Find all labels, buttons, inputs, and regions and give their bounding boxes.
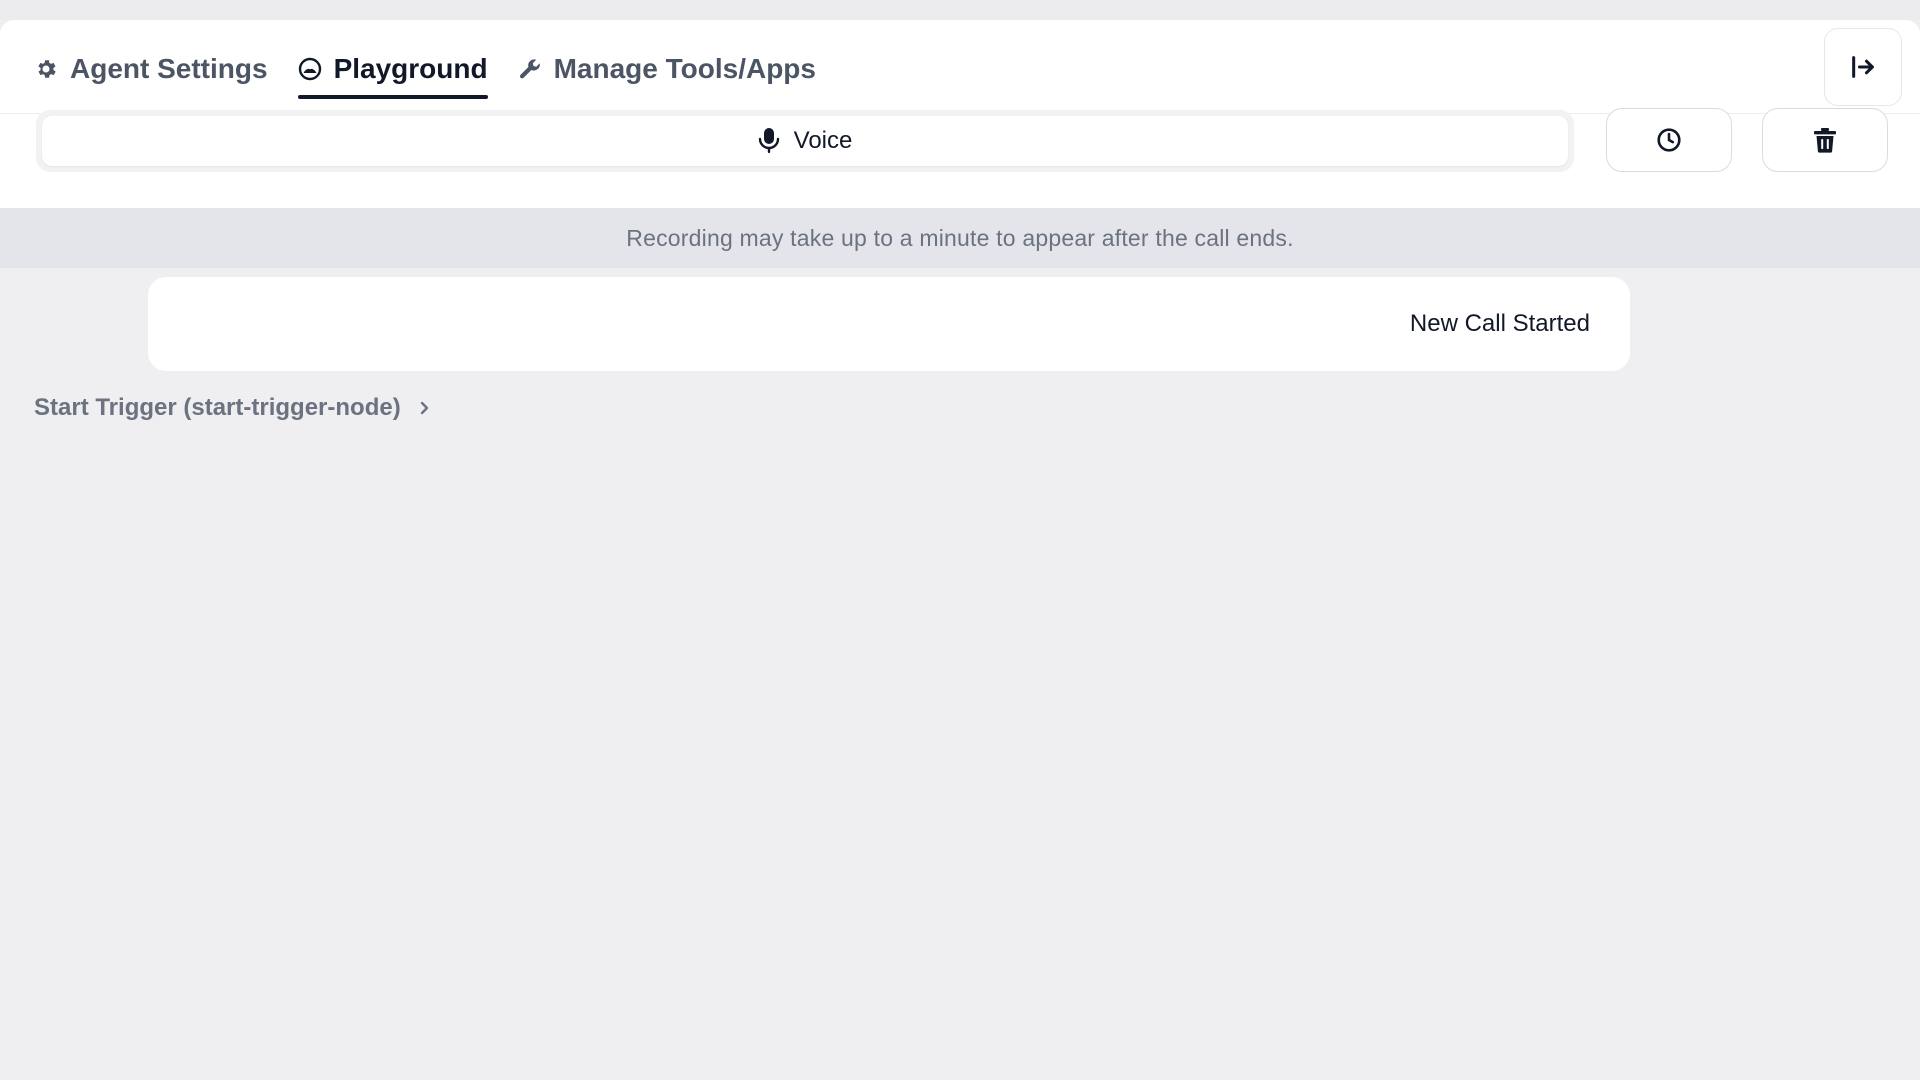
tab-manage-tools[interactable]: Manage Tools/Apps (518, 20, 816, 113)
voice-mode-button[interactable]: Voice (42, 116, 1568, 166)
tab-agent-settings-label: Agent Settings (70, 52, 268, 84)
playground-icon (298, 57, 321, 80)
tab-playground[interactable]: Playground (297, 20, 488, 113)
call-event-card: New Call Started (148, 277, 1630, 371)
history-button[interactable] (1606, 108, 1732, 172)
tab-manage-tools-label: Manage Tools/Apps (553, 52, 816, 84)
delete-button[interactable] (1762, 108, 1888, 172)
window-top-strip (0, 0, 1920, 20)
wrench-icon (519, 58, 540, 78)
tab-playground-label: Playground (333, 52, 488, 84)
trash-icon (1814, 128, 1836, 153)
clock-icon (1657, 128, 1681, 152)
microphone-icon (758, 128, 779, 153)
gear-icon (38, 59, 56, 78)
collapse-panel-icon (1852, 56, 1874, 78)
start-trigger-node[interactable]: Start Trigger (start-trigger-node) (34, 394, 431, 422)
tab-bar: Agent Settings Playground Manage Tools/A… (34, 20, 816, 113)
tab-agent-settings[interactable]: Agent Settings (34, 20, 268, 113)
chevron-right-icon (420, 401, 428, 415)
mode-selector: Voice (36, 110, 1574, 172)
collapse-panel-button[interactable] (1824, 28, 1902, 106)
call-event-text: New Call Started (1409, 310, 1590, 337)
voice-mode-label: Voice (793, 127, 853, 154)
recording-notice: Recording may take up to a minute to app… (0, 208, 1920, 268)
start-trigger-label: Start Trigger (start-trigger-node) (34, 394, 401, 421)
